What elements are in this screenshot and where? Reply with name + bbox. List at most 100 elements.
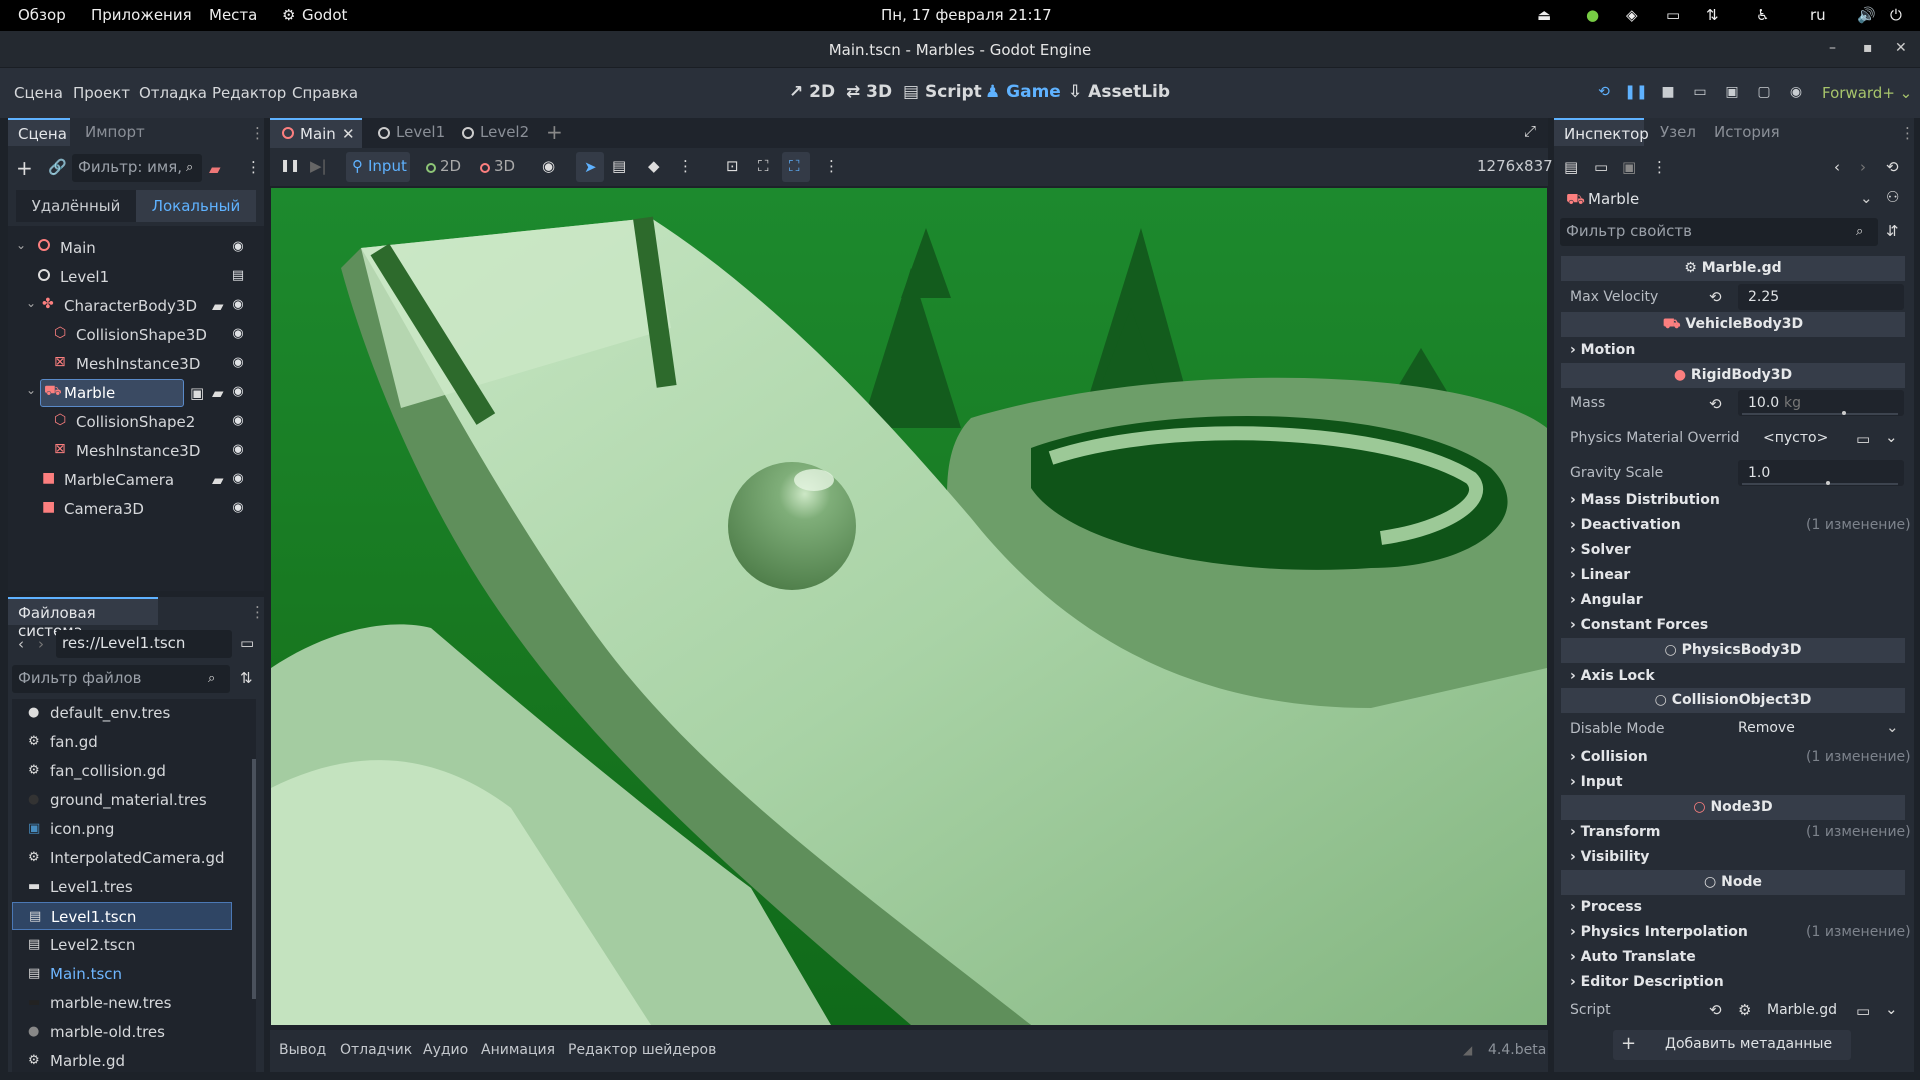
- file-item[interactable]: ▬ marble-new.tres: [12, 989, 232, 1017]
- tree-node-marble[interactable]: ⌄ ⛟ Marble ▣ ▰ ◉: [8, 379, 256, 407]
- tree-node-collisionshape3d[interactable]: ⬡ CollisionShape3D ◉: [8, 321, 256, 349]
- script-icon[interactable]: ▰: [212, 384, 224, 402]
- group-linear[interactable]: › Linear: [1570, 567, 1630, 583]
- keep-aspect-icon[interactable]: ⛶: [758, 157, 769, 175]
- main-screen-3d[interactable]: ⇄ 3D: [846, 82, 892, 102]
- node-info-icon[interactable]: ⚇: [1886, 188, 1899, 206]
- save-resource-icon[interactable]: ▣: [1622, 158, 1636, 176]
- file-item[interactable]: ▣ icon.png: [12, 815, 232, 843]
- tab-filesystem[interactable]: Файловая система: [8, 597, 158, 640]
- mass-field[interactable]: 10.0 kg: [1738, 390, 1904, 416]
- history-forward-icon[interactable]: ›: [1860, 158, 1866, 176]
- dock-menu-icon[interactable]: ⋮: [250, 124, 265, 142]
- history-back-icon[interactable]: ‹: [1834, 158, 1840, 176]
- tree-node-collisionshape2[interactable]: ⬡ CollisionShape2 ◉: [8, 408, 256, 436]
- more-options-icon[interactable]: ⋮: [678, 157, 693, 175]
- group-visibility[interactable]: › Visibility: [1570, 849, 1649, 865]
- revert-icon[interactable]: ⟲: [1709, 288, 1722, 306]
- renderer-select[interactable]: Forward+ ⌄: [1822, 84, 1912, 102]
- resource-menu-icon[interactable]: ⋮: [1652, 158, 1667, 176]
- bottom-tab-debugger[interactable]: Отладчик: [340, 1042, 412, 1058]
- eye-icon[interactable]: ◉: [542, 157, 555, 175]
- group-process[interactable]: › Process: [1570, 899, 1642, 915]
- toggle-split-icon[interactable]: ▭: [240, 634, 254, 652]
- applications-menu[interactable]: Приложения: [91, 6, 192, 24]
- upload-icon[interactable]: ⏏: [1537, 6, 1551, 24]
- add-tab-icon[interactable]: +: [546, 120, 563, 144]
- keyboard-layout[interactable]: ru: [1810, 6, 1826, 24]
- physics-material-value[interactable]: <пусто>: [1763, 430, 1828, 446]
- group-mass-distribution[interactable]: › Mass Distribution: [1570, 492, 1720, 508]
- gravity-slider-track[interactable]: [1742, 483, 1898, 485]
- group-input[interactable]: › Input: [1570, 774, 1623, 790]
- script-icon[interactable]: ▰: [212, 297, 224, 315]
- file-item[interactable]: ⚙ Marble.gd: [12, 1047, 232, 1072]
- remote-deploy-icon[interactable]: ▭: [1688, 80, 1712, 104]
- mode-2d-button[interactable]: 2D: [422, 152, 466, 182]
- new-resource-icon[interactable]: ▤: [1564, 158, 1578, 176]
- open-scene-icon[interactable]: ▤: [230, 268, 246, 284]
- group-physics-interpolation[interactable]: › Physics Interpolation: [1570, 924, 1748, 940]
- next-frame-icon[interactable]: ▶|: [310, 157, 327, 175]
- load-resource-icon[interactable]: ▭: [1594, 158, 1608, 176]
- group-axis-lock[interactable]: › Axis Lock: [1570, 668, 1655, 684]
- revert-icon[interactable]: ⟲: [1709, 1001, 1722, 1019]
- menu-debug[interactable]: Отладка: [139, 84, 207, 102]
- tree-node-marblecamera[interactable]: ■ MarbleCamera ▰ ◉: [8, 466, 256, 494]
- visibility-icon[interactable]: ◉: [230, 384, 246, 400]
- group-solver[interactable]: › Solver: [1570, 542, 1631, 558]
- local-tab[interactable]: Локальный: [136, 190, 256, 222]
- file-item[interactable]: ⚙ fan.gd: [12, 728, 232, 756]
- minimize-icon[interactable]: –: [1829, 40, 1836, 56]
- tab-import[interactable]: Импорт: [75, 118, 155, 146]
- suspend-icon[interactable]: ❚❚: [280, 158, 300, 172]
- forward-icon[interactable]: ›: [38, 635, 44, 653]
- scrollbar[interactable]: [252, 759, 256, 999]
- activities-button[interactable]: Обзор: [18, 6, 66, 24]
- add-metadata-button[interactable]: + Добавить метаданные: [1613, 1030, 1851, 1060]
- file-item[interactable]: ▤ Main.tscn: [12, 960, 232, 988]
- group-collision[interactable]: › Collision: [1570, 749, 1648, 765]
- visibility-icon[interactable]: ◉: [230, 442, 246, 458]
- movie-maker-icon[interactable]: ◉: [1784, 80, 1808, 104]
- visibility-icon[interactable]: ◉: [230, 297, 246, 313]
- main-screen-2d[interactable]: ↗ 2D: [789, 82, 835, 102]
- visibility-icon[interactable]: ◉: [230, 500, 246, 516]
- tab-level2[interactable]: Level2: [450, 118, 534, 148]
- select-mode-button[interactable]: ➤: [576, 152, 604, 182]
- mass-slider-track[interactable]: [1742, 413, 1898, 415]
- mass-slider-grabber[interactable]: [1842, 411, 1846, 415]
- embed-options-icon[interactable]: ⋮: [824, 157, 839, 175]
- collapse-arrow-icon[interactable]: ⌄: [16, 238, 26, 252]
- tree-node-camera3d[interactable]: ■ Camera3D ◉: [8, 495, 256, 523]
- chevron-down-icon[interactable]: ⌄: [1885, 1000, 1898, 1018]
- tray-app-icon[interactable]: ●: [1586, 6, 1599, 24]
- accessibility-icon[interactable]: ♿: [1756, 6, 1769, 24]
- folder-icon[interactable]: ▭: [1856, 1002, 1870, 1020]
- group-icon[interactable]: ▣: [190, 384, 204, 402]
- tree-node-meshinstance3d-2[interactable]: ⊠ MeshInstance3D ◉: [8, 437, 256, 465]
- menu-editor[interactable]: Редактор: [212, 84, 286, 102]
- visibility-icon[interactable]: ◉: [230, 355, 246, 371]
- close-icon[interactable]: ✕: [1895, 40, 1907, 56]
- add-node-icon[interactable]: +: [16, 156, 33, 180]
- clock[interactable]: Пн, 17 февраля 21:17: [881, 6, 1052, 24]
- file-item[interactable]: ▬ Level1.tres: [12, 873, 232, 901]
- tab-history[interactable]: История: [1704, 118, 1790, 146]
- places-menu[interactable]: Места: [209, 6, 257, 24]
- tree-node-main[interactable]: ⌄ Main ◉: [8, 234, 256, 262]
- stop-icon[interactable]: ■: [1656, 80, 1680, 104]
- group-constant-forces[interactable]: › Constant Forces: [1570, 617, 1708, 633]
- path-field[interactable]: res://Level1.tscn: [56, 630, 232, 658]
- tab-inspector[interactable]: Инспектор: [1554, 118, 1649, 146]
- scene-menu-icon[interactable]: ⋮: [246, 158, 261, 176]
- close-tab-icon[interactable]: ✕: [342, 125, 355, 143]
- menu-help[interactable]: Справка: [292, 84, 358, 102]
- fixed-size-icon[interactable]: ⊡: [726, 157, 739, 175]
- input-mode-button[interactable]: ⚲ Input: [346, 152, 410, 182]
- stretch-button[interactable]: ⛶: [782, 152, 810, 182]
- attach-script-icon[interactable]: ▰: [209, 160, 221, 178]
- sort-icon[interactable]: ⇅: [240, 669, 253, 687]
- group-auto-translate[interactable]: › Auto Translate: [1570, 949, 1696, 965]
- maximize-icon[interactable]: ▪: [1863, 40, 1873, 56]
